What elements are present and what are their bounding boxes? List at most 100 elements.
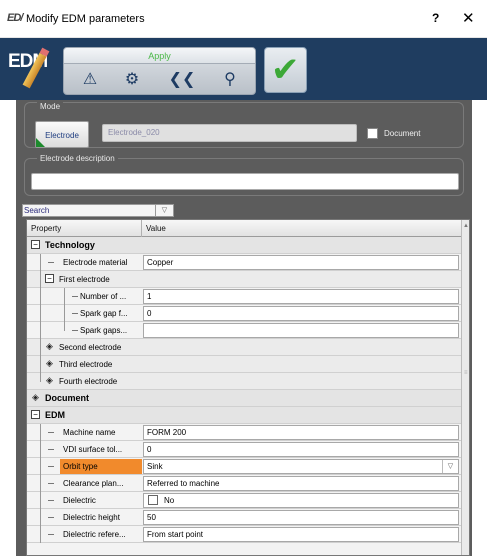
tree-line bbox=[40, 254, 41, 271]
search-dropdown[interactable]: Search ▽ bbox=[22, 204, 174, 217]
value-cell[interactable]: 0 bbox=[143, 442, 459, 457]
cell-value: No bbox=[164, 496, 175, 505]
ok-button[interactable]: ✔ bbox=[264, 47, 307, 93]
cell-value: 50 bbox=[147, 513, 156, 522]
collapse-icon[interactable]: − bbox=[31, 240, 40, 249]
table-row[interactable]: Spark gaps... bbox=[27, 322, 461, 339]
description-input[interactable] bbox=[31, 173, 459, 190]
value-cell[interactable]: Copper bbox=[143, 255, 459, 270]
double-chevron-left-icon[interactable]: ❮❮ bbox=[166, 68, 198, 92]
column-separator[interactable] bbox=[141, 220, 142, 237]
table-row[interactable]: Spark gap f... 0 bbox=[27, 305, 461, 322]
tree-line bbox=[40, 339, 41, 356]
row-label: EDM bbox=[45, 410, 65, 420]
value-cell[interactable]: FORM 200 bbox=[143, 425, 459, 440]
checkmark-icon: ✔ bbox=[271, 51, 300, 89]
expand-diamond-icon[interactable]: ◈ bbox=[31, 393, 40, 402]
row-label: Dielectric refere... bbox=[63, 530, 126, 539]
table-row[interactable]: Electrode material Copper bbox=[27, 254, 461, 271]
group-first-electrode[interactable]: − First electrode bbox=[27, 271, 461, 288]
group-second-electrode[interactable]: ◈ Second electrode bbox=[27, 339, 461, 356]
group-fourth-electrode[interactable]: ◈ Fourth electrode bbox=[27, 373, 461, 390]
tree-line bbox=[40, 356, 41, 373]
row-label: Clearance plan... bbox=[63, 479, 124, 488]
edm-logo: EDM bbox=[8, 45, 54, 93]
close-button[interactable]: ✕ bbox=[462, 9, 475, 27]
document-checkbox[interactable] bbox=[367, 128, 378, 139]
tree-line bbox=[72, 313, 78, 314]
cell-value: 0 bbox=[147, 445, 152, 454]
tree-line bbox=[48, 262, 54, 263]
search-label: Search bbox=[24, 206, 50, 215]
table-row[interactable]: VDI surface tol... 0 bbox=[27, 441, 461, 458]
tree-line bbox=[40, 475, 41, 492]
section-edm[interactable]: − EDM bbox=[27, 407, 461, 424]
tree-line bbox=[40, 424, 41, 441]
tree-line bbox=[48, 534, 54, 535]
group-third-electrode[interactable]: ◈ Third electrode bbox=[27, 356, 461, 373]
table-row[interactable]: Machine name FORM 200 bbox=[27, 424, 461, 441]
value-cell[interactable]: 0 bbox=[143, 306, 459, 321]
cell-value: FORM 200 bbox=[147, 428, 187, 437]
scroll-grip-icon[interactable]: ≡ bbox=[464, 370, 468, 376]
chevron-down-icon[interactable]: ▽ bbox=[442, 460, 458, 473]
table-row[interactable]: Number of ... 1 bbox=[27, 288, 461, 305]
tree-line bbox=[64, 288, 65, 305]
row-label: Dielectric height bbox=[63, 513, 120, 522]
cell-value: Referred to machine bbox=[147, 479, 220, 488]
tree-line bbox=[40, 373, 41, 382]
value-cell[interactable]: From start point bbox=[143, 527, 459, 542]
property-column-header[interactable]: Property bbox=[31, 224, 61, 233]
value-cell[interactable]: Referred to machine bbox=[143, 476, 459, 491]
section-technology[interactable]: − Technology bbox=[27, 237, 461, 254]
title-bar: ED/ Modify EDM parameters ? ✕ bbox=[0, 0, 487, 38]
cell-value: From start point bbox=[147, 530, 204, 539]
value-column-header[interactable]: Value bbox=[146, 224, 166, 233]
row-label: Document bbox=[45, 393, 90, 403]
table-row[interactable]: Dielectric refere... From start point bbox=[27, 526, 461, 543]
scroll-up-icon[interactable]: ▲ bbox=[463, 223, 469, 229]
tree-line bbox=[64, 305, 65, 322]
table-row[interactable]: Clearance plan... Referred to machine bbox=[27, 475, 461, 492]
expand-diamond-icon[interactable]: ◈ bbox=[45, 376, 54, 385]
cell-value: Copper bbox=[147, 258, 174, 267]
expand-diamond-icon[interactable]: ◈ bbox=[45, 359, 54, 368]
warning-icon[interactable]: ⚠ bbox=[74, 68, 106, 92]
value-cell[interactable]: 50 bbox=[143, 510, 459, 525]
tree-line bbox=[40, 305, 41, 322]
row-label: Dielectric bbox=[63, 496, 96, 505]
orbit-type-select[interactable]: Sink ▽ bbox=[143, 459, 459, 474]
collapse-icon[interactable]: − bbox=[31, 410, 40, 419]
row-label: Second electrode bbox=[59, 343, 122, 352]
row-label: VDI surface tol... bbox=[63, 445, 123, 454]
value-cell[interactable] bbox=[143, 323, 459, 338]
description-group: Electrode description bbox=[24, 154, 464, 196]
chevron-down-icon[interactable]: ▽ bbox=[155, 205, 173, 216]
collapse-icon[interactable]: − bbox=[45, 274, 54, 283]
row-label: Fourth electrode bbox=[59, 377, 118, 386]
tree-line bbox=[40, 322, 41, 339]
table-row[interactable]: Dielectric No bbox=[27, 492, 461, 509]
cell-value: 1 bbox=[147, 292, 152, 301]
vertical-scrollbar[interactable]: ▲ ≡ bbox=[461, 220, 469, 555]
electrode-button[interactable]: Electrode bbox=[35, 121, 89, 148]
expand-diamond-icon[interactable]: ◈ bbox=[45, 342, 54, 351]
corner-marker-icon bbox=[36, 138, 45, 147]
tree-line bbox=[72, 330, 78, 331]
magnifier-icon[interactable]: ⚲ bbox=[214, 68, 246, 92]
section-document[interactable]: ◈ Document bbox=[27, 390, 461, 407]
tree-line bbox=[72, 296, 78, 297]
electrode-name-field[interactable]: Electrode_020 bbox=[102, 124, 357, 142]
help-button[interactable]: ? bbox=[432, 11, 439, 25]
gear-icon[interactable]: ⚙ bbox=[116, 68, 148, 92]
tree-line bbox=[40, 509, 41, 526]
table-row[interactable]: Dielectric height 50 bbox=[27, 509, 461, 526]
tree-line bbox=[48, 517, 54, 518]
row-label: Orbit type bbox=[63, 462, 98, 471]
table-row-selected[interactable]: Orbit type Sink ▽ bbox=[27, 458, 461, 475]
tree-line bbox=[40, 271, 41, 288]
tree-line bbox=[48, 432, 54, 433]
apply-button[interactable]: Apply bbox=[64, 48, 255, 64]
dielectric-checkbox[interactable] bbox=[148, 495, 158, 505]
value-cell[interactable]: 1 bbox=[143, 289, 459, 304]
